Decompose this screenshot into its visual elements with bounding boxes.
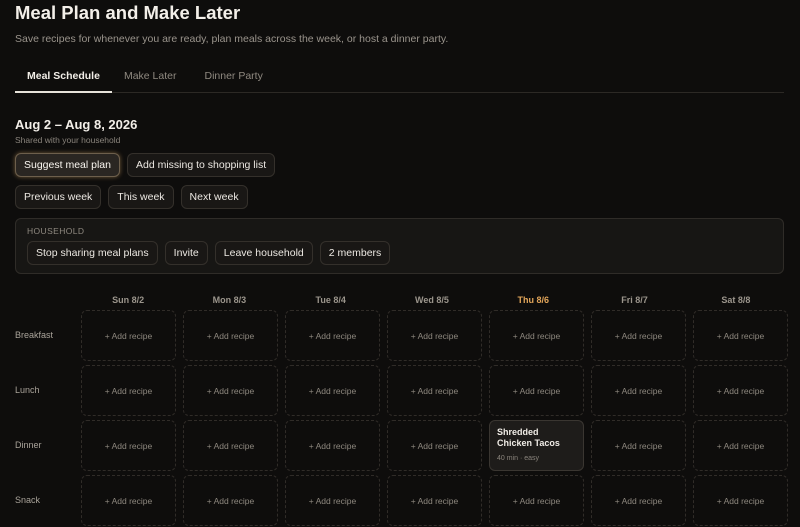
day-header: Tue 8/4 <box>315 295 346 305</box>
this-week-button[interactable]: This week <box>108 185 174 209</box>
invite-button[interactable]: Invite <box>164 241 208 265</box>
add-recipe-cell[interactable]: + Add recipe <box>183 475 278 526</box>
add-recipe-cell[interactable]: + Add recipe <box>591 475 686 526</box>
add-recipe-cell[interactable]: + Add recipe <box>285 475 380 526</box>
add-recipe-cell[interactable]: + Add recipe <box>387 475 482 526</box>
page-subtitle: Save recipes for whenever you are ready,… <box>15 33 449 45</box>
tab-bar: Meal Schedule Make Later Dinner Party <box>15 66 784 93</box>
members-button[interactable]: 2 members <box>319 241 391 265</box>
tab-dinner-party[interactable]: Dinner Party <box>204 66 262 93</box>
add-recipe-cell[interactable]: + Add recipe <box>387 310 482 361</box>
add-recipe-cell[interactable]: + Add recipe <box>387 365 482 416</box>
recipe-meta: 40 min · easy <box>497 455 540 462</box>
add-recipe-cell[interactable]: + Add recipe <box>591 420 686 471</box>
day-header-today: Thu 8/6 <box>517 295 550 305</box>
tab-meal-schedule[interactable]: Meal Schedule <box>15 66 112 93</box>
day-header: Wed 8/5 <box>415 295 449 305</box>
add-recipe-cell[interactable]: + Add recipe <box>285 310 380 361</box>
add-recipe-cell[interactable]: + Add recipe <box>81 420 176 471</box>
add-recipe-cell[interactable]: + Add recipe <box>285 365 380 416</box>
meal-label: Lunch <box>15 385 40 395</box>
shared-note: Shared with your household <box>15 135 121 145</box>
add-recipe-cell[interactable]: + Add recipe <box>81 310 176 361</box>
meal-schedule-grid: Sun 8/2 Mon 8/3 Tue 8/4 Wed 8/5 Thu 8/6 … <box>15 293 790 527</box>
page-title: Meal Plan and Make Later <box>15 2 241 23</box>
meal-row-dinner: Dinner + Add recipe + Add recipe + Add r… <box>15 420 790 471</box>
stop-sharing-button[interactable]: Stop sharing meal plans <box>27 241 158 265</box>
meal-label: Breakfast <box>15 330 54 340</box>
meal-row-snack: Snack + Add recipe + Add recipe + Add re… <box>15 475 790 526</box>
recipe-name: Shredded Chicken Tacos <box>497 427 560 448</box>
week-navigation: Previous week This week Next week <box>15 185 784 209</box>
household-label: HOUSEHOLD <box>27 226 85 236</box>
plan-actions: Suggest meal plan Add missing to shoppin… <box>15 153 784 177</box>
meal-row-breakfast: Breakfast + Add recipe + Add recipe + Ad… <box>15 310 790 361</box>
day-header: Sat 8/8 <box>721 295 751 305</box>
add-recipe-cell[interactable]: + Add recipe <box>81 365 176 416</box>
suggest-meal-plan-button[interactable]: Suggest meal plan <box>15 153 120 177</box>
add-recipe-cell[interactable]: + Add recipe <box>81 475 176 526</box>
day-header-row: Sun 8/2 Mon 8/3 Tue 8/4 Wed 8/5 Thu 8/6 … <box>15 293 790 310</box>
meal-label: Snack <box>15 495 41 505</box>
week-range: Aug 2 – Aug 8, 2026 <box>15 117 138 132</box>
add-recipe-cell[interactable]: + Add recipe <box>183 420 278 471</box>
day-header: Sun 8/2 <box>112 295 145 305</box>
row-label-spacer <box>15 293 81 310</box>
next-week-button[interactable]: Next week <box>180 185 248 209</box>
add-recipe-cell[interactable]: + Add recipe <box>489 365 584 416</box>
add-recipe-cell[interactable]: + Add recipe <box>693 420 788 471</box>
add-recipe-cell[interactable]: + Add recipe <box>489 310 584 361</box>
add-missing-to-shopping-list-button[interactable]: Add missing to shopping list <box>126 153 276 177</box>
previous-week-button[interactable]: Previous week <box>15 185 102 209</box>
day-header: Mon 8/3 <box>212 295 247 305</box>
meal-plan-page: Meal Plan and Make Later Save recipes fo… <box>0 2 800 274</box>
household-actions: Stop sharing meal plans Invite Leave hou… <box>27 241 772 265</box>
add-recipe-cell[interactable]: + Add recipe <box>693 475 788 526</box>
add-recipe-cell[interactable]: + Add recipe <box>693 310 788 361</box>
add-recipe-cell[interactable]: + Add recipe <box>183 310 278 361</box>
day-header: Fri 8/7 <box>621 295 648 305</box>
planned-recipe-card[interactable]: Shredded Chicken Tacos 40 min · easy <box>489 420 584 471</box>
tab-make-later[interactable]: Make Later <box>124 66 177 93</box>
leave-household-button[interactable]: Leave household <box>214 241 313 265</box>
meal-row-lunch: Lunch + Add recipe + Add recipe + Add re… <box>15 365 790 416</box>
add-recipe-cell[interactable]: + Add recipe <box>693 365 788 416</box>
add-recipe-cell[interactable]: + Add recipe <box>387 420 482 471</box>
meal-label: Dinner <box>15 440 42 450</box>
add-recipe-cell[interactable]: + Add recipe <box>489 475 584 526</box>
add-recipe-cell[interactable]: + Add recipe <box>591 310 686 361</box>
add-recipe-cell[interactable]: + Add recipe <box>183 365 278 416</box>
add-recipe-cell[interactable]: + Add recipe <box>591 365 686 416</box>
add-recipe-cell[interactable]: + Add recipe <box>285 420 380 471</box>
household-panel: HOUSEHOLD Stop sharing meal plans Invite… <box>15 218 784 274</box>
